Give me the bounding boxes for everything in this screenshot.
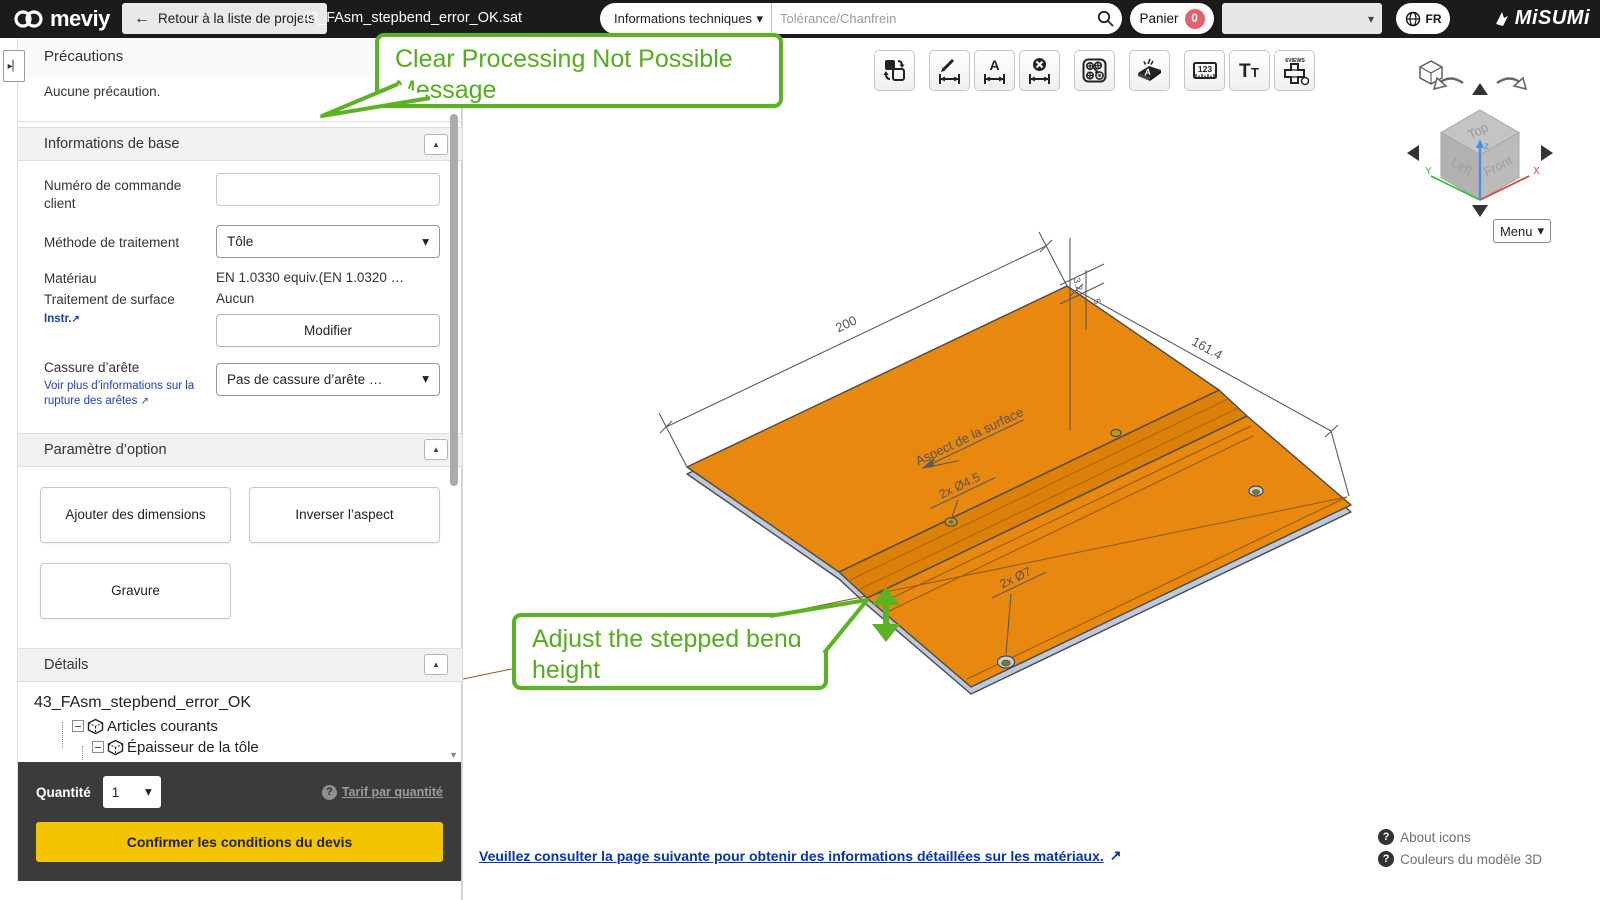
modify-button[interactable]: Modifier — [216, 314, 440, 347]
viewer-canvas[interactable]: A — [462, 38, 1600, 900]
basic-info-header: Informations de base ▲ — [18, 127, 462, 161]
tree-root-label: 43_FAsm_stepbend_error_OK — [34, 694, 462, 712]
axis-y-label: Y — [1425, 166, 1432, 177]
back-arrow-icon: ← — [134, 10, 150, 28]
external-link-icon: ↗ — [141, 396, 149, 407]
tilt-down-icon[interactable] — [1472, 205, 1488, 217]
model-colors-link[interactable]: ? Couleurs du modèle 3D — [1378, 851, 1542, 867]
chevron-down-icon: ▾ — [756, 11, 763, 27]
callout-adjust-bend-tail — [760, 588, 880, 668]
surface-treatment-value: Aucun — [216, 291, 440, 306]
rotate-left-icon[interactable] — [1434, 78, 1463, 89]
meviy-app: meviy ← Retour à la liste de projets 43_… — [0, 0, 1600, 900]
materials-info-link[interactable]: Veuillez consulter la page suivante pour… — [479, 847, 1121, 864]
misumi-logo[interactable]: MiSUMi — [1494, 3, 1590, 34]
external-link-icon: ↗ — [71, 314, 79, 325]
hole-small-1[interactable] — [945, 518, 957, 526]
processing-method-label: Méthode de traitement — [44, 225, 216, 258]
instructions-link[interactable]: Instr.↗ — [44, 313, 80, 325]
open-file-name: 43_FAsm_stepbend_error_OK.sat — [302, 3, 522, 34]
help-icon: ? — [322, 785, 337, 800]
part-cube-icon — [87, 718, 104, 735]
logo-text: meviy — [50, 6, 110, 32]
tree-collapse-icon[interactable] — [92, 741, 104, 753]
edge-break-info-link[interactable]: Voir plus d’informations sur la rupture … — [44, 379, 216, 410]
quantity-label: Quantité — [36, 785, 91, 800]
topbar-dropdown[interactable]: ▾ — [1222, 3, 1382, 34]
chevron-down-icon: ▾ — [422, 234, 429, 250]
panel-content: Précautions Aucune précaution. Informati… — [18, 38, 462, 762]
add-dimensions-button[interactable]: Ajouter des dimensions — [40, 487, 231, 543]
sidebar-scrollbar[interactable] — [450, 114, 458, 486]
model-tree: 43_FAsm_stepbend_error_OK Articles coura… — [18, 682, 462, 756]
help-icon: ? — [1378, 829, 1394, 845]
meviy-swirl-icon — [12, 8, 46, 30]
help-links: ? About icons ? Couleurs du modèle 3D — [1378, 829, 1542, 867]
cart-count-badge: 0 — [1185, 9, 1205, 29]
material-value: EN 1.0330 equiv.(EN 1.0320 … — [216, 270, 440, 288]
collapse-details-button[interactable]: ▲ — [424, 654, 448, 675]
cart-button[interactable]: Panier 0 — [1130, 3, 1214, 34]
chevron-down-icon: ▾ — [1368, 12, 1374, 26]
pan-right-icon[interactable] — [1541, 145, 1553, 161]
tilt-up-icon[interactable] — [1472, 83, 1488, 95]
help-icon: ? — [1378, 851, 1394, 867]
panel-collapse-button[interactable]: ▸▏ — [3, 50, 25, 82]
hole-large-1[interactable] — [998, 656, 1015, 668]
order-number-input[interactable] — [216, 173, 440, 206]
dim-depth-text: 161.4 — [1189, 334, 1225, 363]
quote-footer: Quantité 1▾ ? Tarif par quantité Confirm… — [18, 762, 461, 881]
axis-z-label: z — [1484, 141, 1489, 152]
tree-collapse-icon[interactable] — [72, 720, 84, 732]
search-category-select[interactable]: Informations techniques▾ — [600, 3, 772, 34]
collapse-basic-info-button[interactable]: ▲ — [424, 134, 448, 155]
rotate-right-icon[interactable] — [1497, 78, 1526, 89]
view-menu-button[interactable]: Menu▾ — [1493, 219, 1551, 243]
axis-x-label: X — [1533, 166, 1540, 177]
option-params-header: Paramètre d’option ▲ — [18, 433, 462, 467]
chevron-down-icon: ▾ — [145, 784, 152, 800]
details-header: Détails ▲ — [18, 648, 462, 682]
globe-icon — [1405, 11, 1421, 27]
language-button[interactable]: FR — [1396, 3, 1450, 34]
back-to-projects-button[interactable]: ← Retour à la liste de projets — [122, 3, 327, 34]
surface-treatment-label: Traitement de surface — [44, 292, 175, 307]
collapse-options-button[interactable]: ▲ — [424, 439, 448, 460]
external-link-icon: ↗ — [1110, 847, 1122, 864]
misumi-mark-icon — [1494, 10, 1510, 28]
panel-collapse-strip — [0, 38, 18, 882]
top-bar: meviy ← Retour à la liste de projets 43_… — [0, 0, 1600, 38]
chevron-down-icon: ▾ — [422, 371, 429, 387]
tree-node-thickness[interactable]: Épaisseur de la tôle — [92, 739, 462, 756]
edge-break-select[interactable]: Pas de cassure d’arête …▾ — [216, 363, 440, 396]
pan-left-icon[interactable] — [1407, 145, 1419, 161]
tariff-by-quantity-link[interactable]: ? Tarif par quantité — [322, 785, 443, 800]
tree-node-articles[interactable]: Articles courants — [72, 718, 462, 735]
search-input[interactable] — [772, 3, 1088, 34]
option-buttons: Ajouter des dimensions Inverser l’aspect… — [18, 467, 462, 643]
engraving-button[interactable]: Gravure — [40, 563, 231, 619]
dim-width-text: 200 — [833, 312, 859, 335]
part-cube-icon — [107, 739, 124, 756]
quantity-select[interactable]: 1▾ — [103, 776, 161, 808]
meviy-logo[interactable]: meviy — [12, 3, 110, 34]
edge-break-label: Cassure d’arête — [44, 360, 139, 375]
chevron-down-icon: ▾ — [1538, 223, 1545, 239]
hole-small-2[interactable] — [1111, 430, 1121, 437]
about-icons-link[interactable]: ? About icons — [1378, 829, 1542, 845]
callout-clear-message-tail — [310, 80, 450, 125]
order-number-label: Numéro de commande client — [44, 173, 216, 213]
invert-aspect-button[interactable]: Inverser l’aspect — [249, 487, 440, 543]
left-panel: ▸▏ Précautions Aucune précaution. Inform… — [0, 38, 462, 900]
processing-method-select[interactable]: Tôle▾ — [216, 225, 440, 258]
confirm-quote-button[interactable]: Confirmer les conditions du devis — [36, 822, 443, 862]
search-icon[interactable] — [1088, 10, 1122, 27]
hole-large-2[interactable] — [1249, 486, 1263, 496]
search-bar: Informations techniques▾ — [600, 3, 1122, 34]
scroll-down-icon[interactable]: ▼ — [449, 750, 458, 760]
material-label: Matériau — [44, 270, 216, 288]
basic-info-form: Numéro de commande client Méthode de tra… — [18, 161, 462, 428]
